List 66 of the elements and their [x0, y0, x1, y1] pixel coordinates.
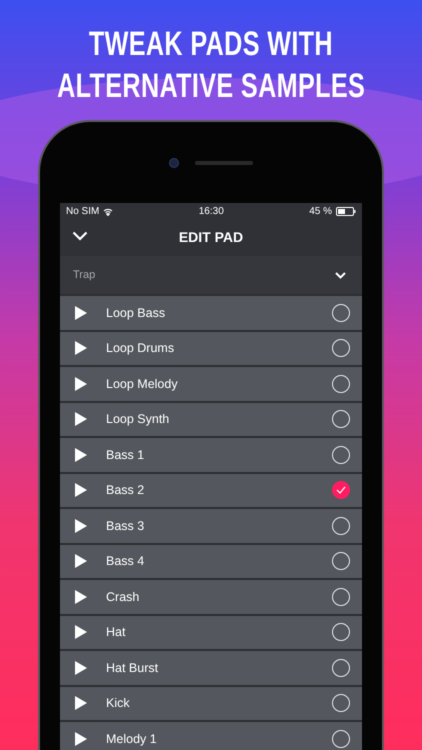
sample-name: Crash: [106, 590, 140, 604]
radio-button[interactable]: [332, 446, 350, 464]
play-icon[interactable]: [75, 483, 87, 498]
radio-button[interactable]: [332, 304, 350, 322]
radio-button[interactable]: [332, 730, 350, 748]
play-icon[interactable]: [75, 732, 87, 746]
speaker-grille: [195, 160, 253, 164]
sample-row[interactable]: Loop Drums: [60, 330, 362, 365]
radio-button[interactable]: [332, 658, 350, 677]
play-icon[interactable]: [75, 518, 87, 533]
sample-row[interactable]: Loop Bass: [60, 294, 362, 330]
sample-name: Kick: [106, 696, 131, 710]
sample-row[interactable]: Crash: [60, 578, 362, 614]
play-icon[interactable]: [75, 696, 87, 710]
radio-button[interactable]: [332, 339, 350, 358]
headline: TWEAK PADS WITH: [88, 24, 334, 64]
wifi-icon: [103, 208, 114, 216]
sample-name: Bass 4: [106, 554, 146, 568]
sample-row[interactable]: Bass 1: [60, 436, 362, 472]
play-icon[interactable]: [75, 306, 87, 320]
radio-button[interactable]: [332, 552, 350, 570]
play-icon[interactable]: [75, 341, 87, 356]
sample-row[interactable]: Bass 3: [60, 507, 362, 542]
camera-icon: [169, 158, 179, 168]
battery-icon: [336, 207, 356, 216]
battery-text: 45 %: [309, 206, 332, 217]
sample-name: Hat: [106, 625, 126, 640]
sample-row[interactable]: Loop Synth: [60, 400, 362, 436]
sample-row[interactable]: Bass 2: [60, 472, 362, 507]
sample-row[interactable]: Hat: [60, 614, 362, 649]
play-icon[interactable]: [75, 625, 87, 640]
play-icon[interactable]: [75, 376, 87, 391]
sample-name: Loop Bass: [106, 306, 166, 320]
radio-button[interactable]: [332, 481, 350, 500]
radio-button[interactable]: [332, 410, 350, 428]
radio-button[interactable]: [332, 588, 350, 606]
sample-row[interactable]: Hat Burst: [60, 649, 362, 684]
play-icon[interactable]: [75, 448, 87, 462]
sample-name: Bass 3: [106, 518, 146, 533]
play-icon[interactable]: [75, 412, 87, 426]
sample-name: Melody 1: [106, 732, 158, 746]
sample-name: Hat Burst: [106, 660, 160, 675]
sample-name: Loop Melody: [106, 376, 179, 391]
sample-name: Bass 1: [106, 448, 146, 462]
category-dropdown[interactable]: Trap: [60, 256, 362, 294]
sample-name: Loop Synth: [106, 412, 170, 426]
sample-row[interactable]: Kick: [60, 684, 362, 720]
screen-title: EDIT PAD: [178, 229, 244, 245]
sample-name: Loop Drums: [106, 341, 176, 356]
checkmark-icon: [336, 486, 346, 494]
radio-button[interactable]: [332, 623, 350, 642]
play-icon[interactable]: [75, 660, 87, 675]
chevron-down-icon[interactable]: [72, 231, 88, 241]
carrier-text: No SIM: [66, 206, 100, 217]
sample-row[interactable]: Bass 4: [60, 542, 362, 578]
headline: ALTERNATIVE SAMPLES: [56, 66, 365, 106]
chevron-down-icon: [335, 272, 346, 278]
clock-text: 16:30: [198, 206, 224, 217]
radio-button[interactable]: [332, 374, 350, 393]
radio-button[interactable]: [332, 516, 350, 535]
play-icon[interactable]: [75, 554, 87, 568]
sample-name: Bass 2: [106, 483, 146, 498]
radio-button[interactable]: [332, 694, 350, 712]
sample-row[interactable]: Melody 1: [60, 720, 362, 750]
sample-row[interactable]: Loop Melody: [60, 365, 362, 400]
play-icon[interactable]: [75, 590, 87, 604]
